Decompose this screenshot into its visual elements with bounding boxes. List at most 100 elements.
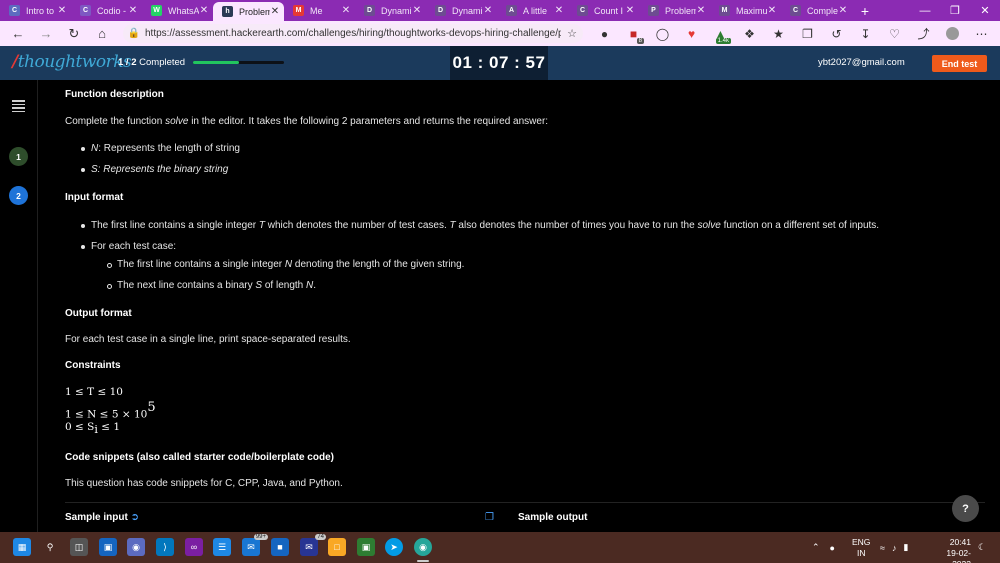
end-test-button[interactable]: End test bbox=[932, 55, 987, 72]
heart-extension-icon[interactable]: ♥ bbox=[677, 21, 706, 46]
tab-label: Codio - bbox=[97, 5, 127, 16]
collections-icon[interactable]: ❐ bbox=[793, 21, 822, 46]
progress-bar bbox=[193, 61, 284, 64]
browser-tab[interactable]: M Me ✕ bbox=[284, 0, 355, 21]
task-view-icon[interactable]: ◫ bbox=[70, 538, 88, 556]
clock[interactable]: 20:4119-02-2022 bbox=[928, 537, 971, 563]
puzzle-extensions-icon[interactable]: ❖ bbox=[735, 21, 764, 46]
restore-button[interactable]: ❐ bbox=[940, 0, 970, 21]
tab-favicon-icon: D bbox=[364, 5, 375, 16]
health-icon[interactable]: ♡ bbox=[880, 21, 909, 46]
browser-tab[interactable]: C Comple ✕ bbox=[781, 0, 852, 21]
browser-tab[interactable]: A A little ✕ bbox=[497, 0, 568, 21]
sample-input-heading: Sample input ➲ bbox=[65, 512, 139, 523]
minimize-button[interactable]: — bbox=[910, 0, 940, 21]
close-tab-icon[interactable]: ✕ bbox=[270, 6, 280, 17]
search-icon[interactable]: ⚲ bbox=[41, 538, 59, 556]
tab-label: Dynami bbox=[452, 5, 483, 16]
question-2-button[interactable]: 2 bbox=[9, 186, 28, 205]
telegram-icon[interactable]: ➤ bbox=[385, 538, 403, 556]
new-tab-button[interactable]: + bbox=[854, 3, 876, 19]
close-tab-icon[interactable]: ✕ bbox=[696, 5, 706, 16]
outlook-icon[interactable]: ✉ 74 bbox=[300, 534, 326, 556]
spy-extension-icon[interactable]: ● bbox=[590, 21, 619, 46]
visual-studio-icon[interactable]: ∞ bbox=[185, 538, 203, 556]
browser-tab[interactable]: C Intro to ✕ bbox=[0, 0, 71, 21]
shield-extension-icon[interactable]: ■ 8 bbox=[619, 21, 648, 46]
tab-favicon-icon: C bbox=[790, 5, 801, 16]
vscode-icon[interactable]: ⟩ bbox=[156, 538, 174, 556]
test-header: /thoughtworks 1 / 2 Completed 01 : 07 : … bbox=[0, 46, 1000, 80]
tab-favicon-icon: A bbox=[506, 5, 517, 16]
teams-chat-icon[interactable]: ◉ bbox=[127, 538, 145, 556]
mail-icon[interactable]: ✉ 99+ bbox=[242, 534, 268, 556]
export-icon[interactable]: ➲ bbox=[131, 512, 139, 523]
close-tab-icon[interactable]: ✕ bbox=[554, 5, 564, 16]
copy-icon[interactable]: ❐ bbox=[485, 512, 494, 523]
notifications-icon[interactable]: ☾ bbox=[978, 532, 986, 563]
input-line-1: The first line contains a single integer… bbox=[80, 220, 880, 231]
status-icons[interactable]: ≈ ♪ ▮ bbox=[880, 532, 908, 563]
tab-label: Intro to bbox=[26, 5, 55, 16]
home-icon: ⌂ bbox=[98, 26, 106, 41]
file-explorer-icon[interactable]: □ bbox=[328, 538, 346, 556]
close-tab-icon[interactable]: ✕ bbox=[57, 5, 67, 16]
help-button[interactable]: ? bbox=[952, 495, 979, 522]
lock-icon: 🔒 bbox=[127, 28, 141, 39]
close-tab-icon[interactable]: ✕ bbox=[412, 5, 422, 16]
leaf-extension-icon[interactable]: ▲ 1.4k bbox=[706, 21, 735, 46]
close-tab-icon[interactable]: ✕ bbox=[767, 5, 777, 16]
close-window-button[interactable]: ✕ bbox=[970, 0, 1000, 21]
browser-tab[interactable]: P Problem ✕ bbox=[639, 0, 710, 21]
input-subline-1: The first line contains a single integer… bbox=[106, 259, 465, 270]
windows-start-icon[interactable]: ▦ bbox=[13, 538, 31, 556]
close-tab-icon[interactable]: ✕ bbox=[128, 5, 138, 16]
close-tab-icon[interactable]: ✕ bbox=[341, 5, 351, 16]
user-email: ybt2027@gmail.com bbox=[818, 57, 905, 68]
close-tab-icon[interactable]: ✕ bbox=[483, 5, 493, 16]
browser-tab[interactable]: W WhatsA ✕ bbox=[142, 0, 213, 21]
tab-favicon-icon: M bbox=[293, 5, 304, 16]
close-tab-icon[interactable]: ✕ bbox=[625, 5, 635, 16]
home-button[interactable]: ⌂ bbox=[88, 21, 116, 46]
browser-tab[interactable]: M Maximu ✕ bbox=[710, 0, 781, 21]
tab-favicon-icon: C bbox=[80, 5, 91, 16]
microphone-icon[interactable]: ● bbox=[830, 543, 835, 553]
chevron-up-icon[interactable]: ⌃ bbox=[812, 542, 820, 553]
pycharm-icon[interactable]: ▣ bbox=[357, 538, 375, 556]
code-snippets-heading: Code snippets (also called starter code/… bbox=[65, 452, 334, 463]
back-button[interactable]: ← bbox=[4, 21, 32, 46]
tab-label: A little bbox=[523, 5, 548, 16]
close-tab-icon[interactable]: ✕ bbox=[199, 5, 209, 16]
output-format-heading: Output format bbox=[65, 308, 132, 319]
store-icon[interactable]: ■ bbox=[271, 538, 289, 556]
more-menu-icon[interactable]: ⋯ bbox=[967, 21, 996, 46]
profile-avatar-icon[interactable] bbox=[938, 21, 967, 46]
browser-tab[interactable]: D Dynami ✕ bbox=[355, 0, 426, 21]
language-indicator[interactable]: ENG IN bbox=[852, 537, 870, 559]
browser-tab[interactable]: C Codio - ✕ bbox=[71, 0, 142, 21]
pocket-extension-icon[interactable]: ◯ bbox=[648, 21, 677, 46]
browser-tab[interactable]: h Problem ✕ bbox=[213, 2, 284, 21]
refresh-button[interactable]: ↻ bbox=[60, 21, 88, 46]
history-icon[interactable]: ↺ bbox=[822, 21, 851, 46]
forward-button[interactable]: → bbox=[32, 21, 60, 46]
extensions-area: ● ■ 8 ◯ ♥ ▲ 1.4k ❖ ★ ❐ ↺ ↧ ♡ ⤴ ⋯ bbox=[590, 21, 996, 46]
notepad-icon[interactable]: ☰ bbox=[213, 538, 231, 556]
tab-favicon-icon: M bbox=[719, 5, 730, 16]
favorite-star-icon[interactable]: ☆ bbox=[561, 27, 583, 40]
share-icon[interactable]: ⤴ bbox=[909, 21, 938, 46]
question-1-button[interactable]: 1 bbox=[9, 147, 28, 166]
widgets-icon[interactable]: ▣ bbox=[99, 538, 117, 556]
edge-browser-icon[interactable]: ◉ bbox=[414, 538, 432, 556]
system-tray: ⌃ ● bbox=[812, 532, 835, 563]
active-app-indicator bbox=[417, 560, 429, 562]
download-icon[interactable]: ↧ bbox=[851, 21, 880, 46]
browser-tab[interactable]: C Count I ✕ bbox=[568, 0, 639, 21]
close-tab-icon[interactable]: ✕ bbox=[838, 5, 848, 16]
favorites-icon[interactable]: ★ bbox=[764, 21, 793, 46]
browser-tab[interactable]: D Dynami ✕ bbox=[426, 0, 497, 21]
address-bar[interactable]: 🔒 https://assessment.hackerearth.com/cha… bbox=[123, 24, 583, 43]
constraint-n: 1 ≤ N ≤ 5 × 105 bbox=[65, 400, 156, 421]
hamburger-menu-icon[interactable] bbox=[12, 100, 25, 114]
